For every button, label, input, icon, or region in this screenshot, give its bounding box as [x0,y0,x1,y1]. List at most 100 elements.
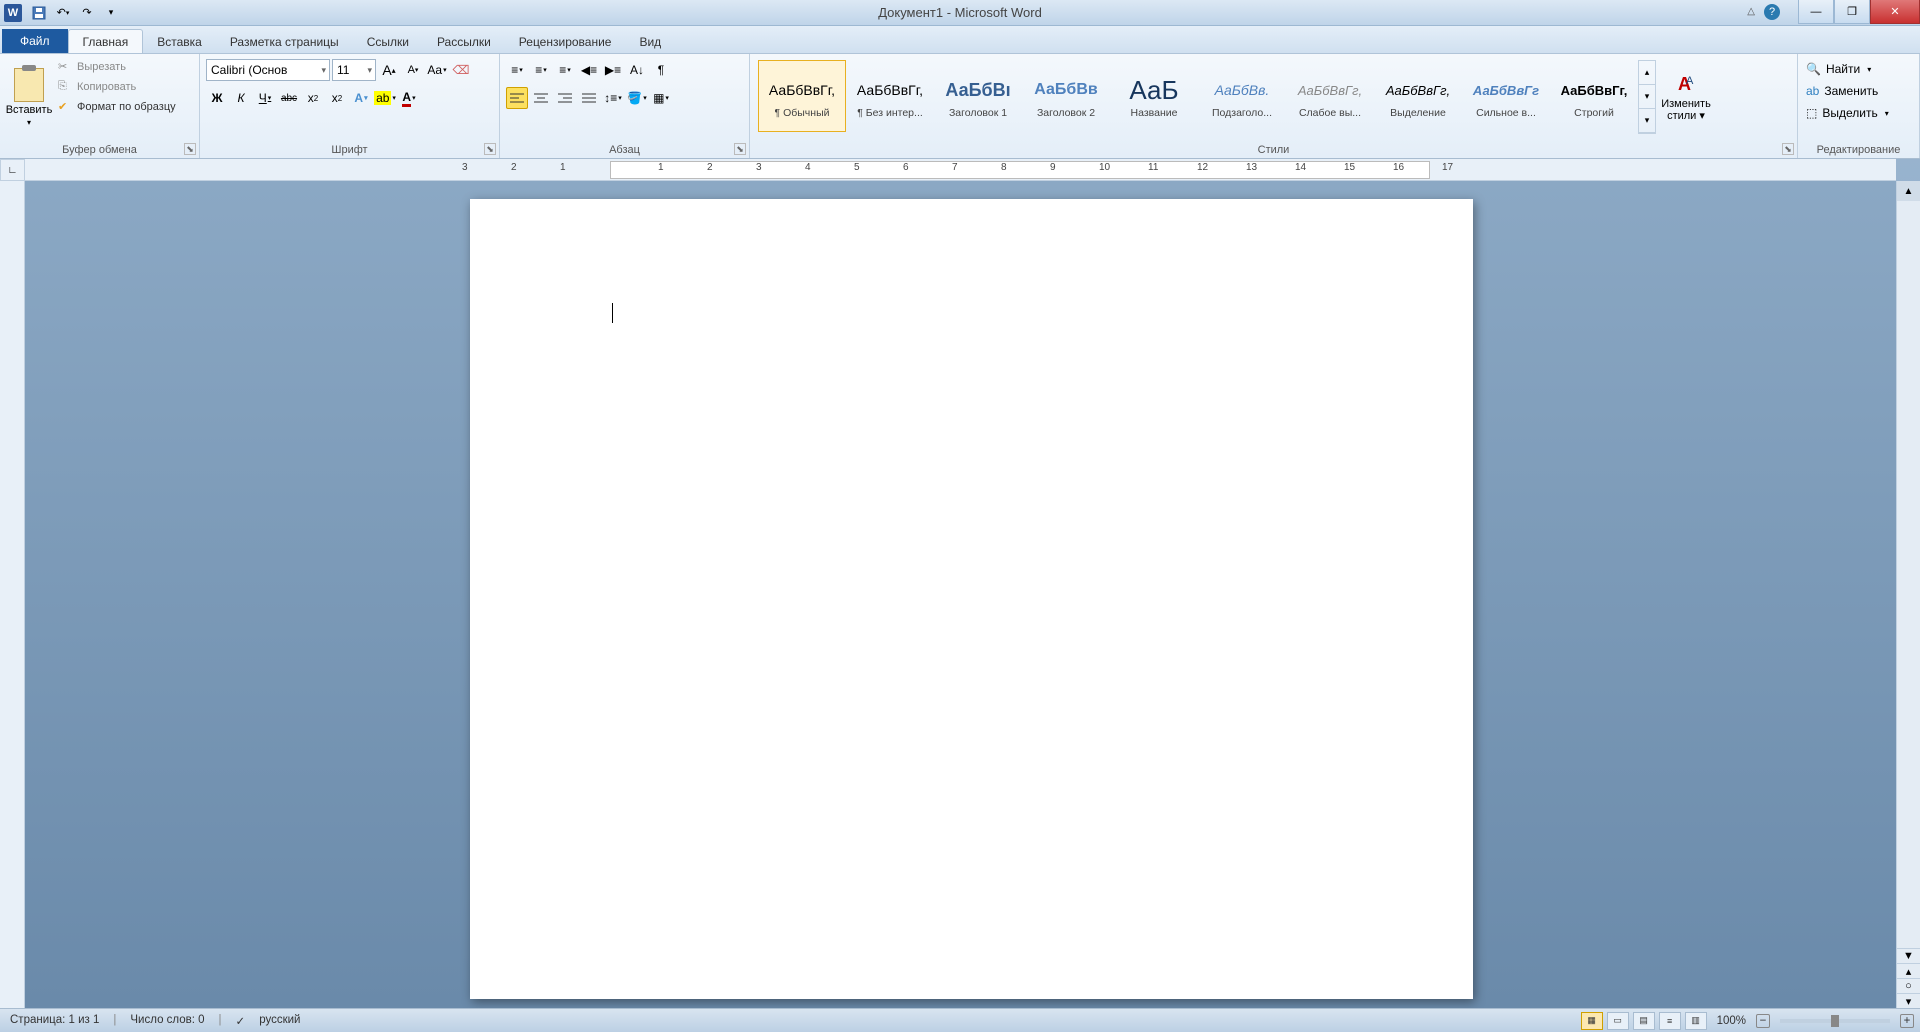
gallery-down[interactable]: ▾ [1639,85,1655,109]
zoom-out-button[interactable]: − [1756,1014,1770,1028]
vertical-scrollbar[interactable]: ▲ ▼ ▴ ○ ▾ [1896,181,1920,1008]
format-painter-button[interactable]: ✔Формат по образцу [58,98,176,116]
view-draft[interactable]: ▥ [1685,1012,1707,1030]
redo-button[interactable]: ↷ [76,2,98,24]
zoom-in-button[interactable]: + [1900,1014,1914,1028]
save-button[interactable] [28,2,50,24]
style-заголовок-2[interactable]: АаБбВвЗаголовок 2 [1022,60,1110,132]
minimize-button[interactable]: — [1798,0,1834,24]
select-button[interactable]: ⬚Выделить▾ [1806,102,1911,124]
paragraph-dialog-launcher[interactable]: ⬊ [734,143,746,155]
help-button[interactable]: ? [1764,4,1780,20]
cut-button[interactable]: ✂Вырезать [58,58,176,76]
scroll-track[interactable] [1897,201,1920,948]
highlight-button[interactable]: ab [374,87,396,109]
close-button[interactable]: ✕ [1870,0,1920,24]
font-color-button[interactable]: A [398,87,420,109]
sort-button[interactable]: A↓ [626,59,648,81]
font-size-combo[interactable]: 11 [332,59,376,81]
maximize-button[interactable]: ❐ [1834,0,1870,24]
status-page[interactable]: Страница: 1 из 1 [10,1014,99,1028]
style---без-интер---[interactable]: АаБбВвГг,¶ Без интер... [846,60,934,132]
scroll-down-button[interactable]: ▼ [1897,948,1920,963]
clear-formatting-button[interactable]: ⌫ [450,59,472,81]
borders-button[interactable]: ▦ [650,87,672,109]
status-proofing-icon[interactable]: ✓ [236,1014,246,1028]
tab-review[interactable]: Рецензирование [505,30,626,53]
text-effects-button[interactable]: A [350,87,372,109]
status-language[interactable]: русский [259,1014,300,1028]
style---обычный[interactable]: АаБбВвГг,¶ Обычный [758,60,846,132]
paste-button[interactable]: Вставить ▾ [6,58,52,136]
justify-button[interactable] [578,87,600,109]
horizontal-ruler[interactable] [25,159,1896,181]
bullets-button[interactable]: ≡ [506,59,528,81]
font-dialog-launcher[interactable]: ⬊ [484,143,496,155]
shading-button[interactable]: 🪣 [626,87,648,109]
numbering-button[interactable]: ≡ [530,59,552,81]
style-строгий[interactable]: АаБбВвГг,Строгий [1550,60,1638,132]
subscript-button[interactable]: x2 [302,87,324,109]
tab-references[interactable]: Ссылки [353,30,423,53]
view-full-screen[interactable]: ▭ [1607,1012,1629,1030]
scroll-up-button[interactable]: ▲ [1897,181,1920,201]
tab-view[interactable]: Вид [625,30,675,53]
copy-button[interactable]: ⎘Копировать [58,78,176,96]
vertical-ruler[interactable] [0,181,25,1008]
decrease-indent-button[interactable]: ◀≡ [578,59,600,81]
zoom-slider-thumb[interactable] [1831,1015,1839,1027]
status-words[interactable]: Число слов: 0 [130,1014,204,1028]
grow-font-button[interactable]: A▴ [378,59,400,81]
align-center-button[interactable] [530,87,552,109]
find-button[interactable]: 🔍Найти▾ [1806,58,1911,80]
view-outline[interactable]: ≡ [1659,1012,1681,1030]
change-styles-button[interactable]: AAИзменитьстили ▾ [1656,60,1716,134]
view-print-layout[interactable]: ▦ [1581,1012,1603,1030]
style-сильное-в---[interactable]: АаБбВвГгСильное в... [1462,60,1550,132]
tab-page-layout[interactable]: Разметка страницы [216,30,353,53]
clipboard-dialog-launcher[interactable]: ⬊ [184,143,196,155]
strikethrough-button[interactable]: abc [278,87,300,109]
browse-object-button[interactable]: ○ [1897,978,1920,993]
gallery-up[interactable]: ▴ [1639,61,1655,85]
tab-insert[interactable]: Вставка [143,30,216,53]
style-заголовок-1[interactable]: АаБбВıЗаголовок 1 [934,60,1022,132]
styles-dialog-launcher[interactable]: ⬊ [1782,143,1794,155]
align-right-button[interactable] [554,87,576,109]
minimize-ribbon-button[interactable]: △ [1747,6,1755,17]
style-выделение[interactable]: АаБбВвГг,Выделение [1374,60,1462,132]
superscript-button[interactable]: x2 [326,87,348,109]
tab-selector[interactable]: ∟ [0,159,25,181]
change-case-button[interactable]: Aa [426,59,448,81]
tab-file[interactable]: Файл [2,29,68,53]
style-слабое-вы---[interactable]: АаБбВвГг,Слабое вы... [1286,60,1374,132]
prev-page-button[interactable]: ▴ [1897,963,1920,978]
show-marks-button[interactable]: ¶ [650,59,672,81]
style-подзаголо---[interactable]: АаБбВв.Подзаголо... [1198,60,1286,132]
zoom-slider[interactable] [1780,1019,1890,1023]
tab-mailings[interactable]: Рассылки [423,30,505,53]
tab-home[interactable]: Главная [68,29,144,53]
multilevel-button[interactable]: ≡ [554,59,576,81]
next-page-button[interactable]: ▾ [1897,993,1920,1008]
shrink-font-button[interactable]: A▾ [402,59,424,81]
qat-customize-button[interactable]: ▾ [100,2,122,24]
group-label-font: Шрифт [200,144,499,156]
view-web-layout[interactable]: ▤ [1633,1012,1655,1030]
underline-button[interactable]: Ч [254,87,276,109]
bold-button[interactable]: Ж [206,87,228,109]
gallery-more[interactable]: ▾ [1639,109,1655,133]
zoom-level[interactable]: 100% [1717,1015,1746,1027]
document-workspace: ∟ ▲ ▼ ▴ ○ ▾ [0,159,1920,1008]
font-name-combo[interactable]: Calibri (Основ [206,59,330,81]
gallery-scroll[interactable]: ▴▾▾ [1638,60,1656,134]
align-left-button[interactable] [506,87,528,109]
increase-indent-button[interactable]: ▶≡ [602,59,624,81]
italic-button[interactable]: К [230,87,252,109]
document-area[interactable] [25,181,1896,1008]
page[interactable] [470,199,1473,999]
style-название[interactable]: АаБНазвание [1110,60,1198,132]
replace-button[interactable]: abЗаменить [1806,80,1911,102]
line-spacing-button[interactable]: ↕≡ [602,87,624,109]
undo-button[interactable]: ↶▾ [52,2,74,24]
